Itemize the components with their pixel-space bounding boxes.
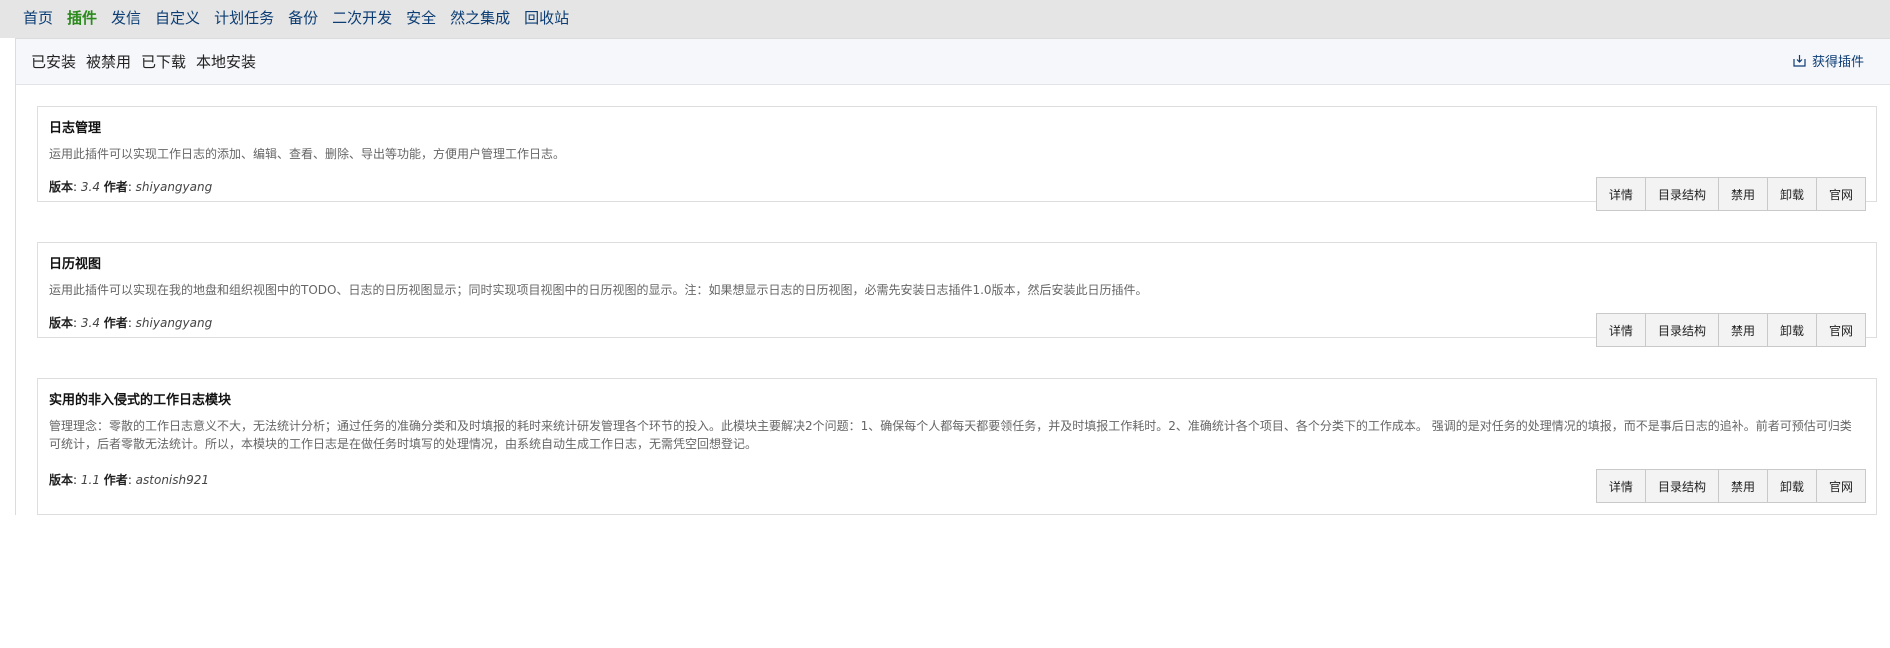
plugin-title: 日历视图: [49, 257, 102, 272]
plugin-actions: 详情 目录结构 禁用 卸载 官网: [1595, 313, 1866, 347]
version-label: 版本: [49, 473, 74, 487]
nav-mail[interactable]: 发信: [111, 8, 141, 28]
main-panel: 已安装 被禁用 已下载 本地安装 获得插件 日志管理 运用此插件可以实现工作日志…: [15, 38, 1890, 515]
nav-security[interactable]: 安全: [406, 8, 436, 28]
nav-trash[interactable]: 回收站: [524, 8, 569, 28]
uninstall-button[interactable]: 卸载: [1767, 178, 1817, 210]
plugin-title: 实用的非入侵式的工作日志模块: [49, 393, 232, 408]
disable-button[interactable]: 禁用: [1718, 470, 1768, 502]
author-label: 作者: [103, 316, 128, 330]
plugin-author: astonish921: [135, 473, 210, 487]
plugin-meta: 版本: 3.4 作者: shiyangyang: [49, 316, 213, 330]
plugin-version: 3.4: [80, 180, 100, 194]
version-label: 版本: [49, 316, 74, 330]
directory-button[interactable]: 目录结构: [1645, 314, 1719, 346]
download-icon: [1793, 55, 1806, 67]
plugin-card: 日历视图 运用此插件可以实现在我的地盘和组织视图中的TODO、日志的日历视图显示…: [37, 242, 1877, 347]
author-label: 作者: [103, 180, 128, 194]
plugin-description: 运用此插件可以实现工作日志的添加、编辑、查看、删除、导出等功能，方便用户管理工作…: [49, 147, 566, 161]
plugin-version: 3.4: [80, 316, 100, 330]
website-button[interactable]: 官网: [1816, 470, 1865, 502]
uninstall-button[interactable]: 卸载: [1767, 470, 1817, 502]
get-plugin-link[interactable]: 获得插件: [1793, 51, 1864, 70]
plugin-actions: 详情 目录结构 禁用 卸载 官网: [1595, 469, 1866, 503]
author-label: 作者: [103, 473, 128, 487]
disable-button[interactable]: 禁用: [1718, 178, 1768, 210]
uninstall-button[interactable]: 卸载: [1767, 314, 1817, 346]
tab-installed[interactable]: 已安装: [31, 52, 76, 72]
plugin-meta: 版本: 3.4 作者: shiyangyang: [49, 180, 213, 194]
plugin-title: 日志管理: [49, 121, 102, 136]
top-nav-bar: 首页 插件 发信 自定义 计划任务 备份 二次开发 安全 然之集成 回收站: [0, 0, 1890, 38]
plugin-author: shiyangyang: [135, 180, 213, 194]
plugin-description: 运用此插件可以实现在我的地盘和组织视图中的TODO、日志的日历视图显示；同时实现…: [49, 283, 1148, 297]
nav-ranzhi[interactable]: 然之集成: [450, 8, 510, 28]
tab-downloaded[interactable]: 已下载: [141, 52, 186, 72]
website-button[interactable]: 官网: [1816, 178, 1865, 210]
sub-nav-bar: 已安装 被禁用 已下载 本地安装 获得插件: [16, 39, 1890, 85]
plugin-meta: 版本: 1.1 作者: astonish921: [49, 473, 210, 487]
nav-home[interactable]: 首页: [23, 8, 53, 28]
nav-cron[interactable]: 计划任务: [214, 8, 274, 28]
nav-backup[interactable]: 备份: [288, 8, 318, 28]
details-button[interactable]: 详情: [1596, 178, 1646, 210]
tab-disabled[interactable]: 被禁用: [86, 52, 131, 72]
website-button[interactable]: 官网: [1816, 314, 1865, 346]
directory-button[interactable]: 目录结构: [1645, 178, 1719, 210]
nav-dev[interactable]: 二次开发: [332, 8, 392, 28]
plugin-version: 1.1: [80, 473, 100, 487]
nav-plugins[interactable]: 插件: [67, 8, 97, 28]
tab-local-install[interactable]: 本地安装: [196, 52, 256, 72]
plugin-description: 管理理念：零散的工作日志意义不大，无法统计分析；通过任务的准确分类和及时填报的耗…: [49, 419, 1852, 451]
plugin-card: 实用的非入侵式的工作日志模块 管理理念：零散的工作日志意义不大，无法统计分析；通…: [37, 378, 1877, 515]
disable-button[interactable]: 禁用: [1718, 314, 1768, 346]
sub-tabs: 已安装 被禁用 已下载 本地安装: [31, 52, 266, 72]
directory-button[interactable]: 目录结构: [1645, 470, 1719, 502]
details-button[interactable]: 详情: [1596, 470, 1646, 502]
plugin-card: 日志管理 运用此插件可以实现工作日志的添加、编辑、查看、删除、导出等功能，方便用…: [37, 106, 1877, 211]
plugin-author: shiyangyang: [135, 316, 213, 330]
plugin-actions: 详情 目录结构 禁用 卸载 官网: [1595, 177, 1866, 211]
nav-custom[interactable]: 自定义: [155, 8, 200, 28]
version-label: 版本: [49, 180, 74, 194]
details-button[interactable]: 详情: [1596, 314, 1646, 346]
top-nav: 首页 插件 发信 自定义 计划任务 备份 二次开发 安全 然之集成 回收站: [23, 8, 583, 28]
get-plugin-label: 获得插件: [1811, 55, 1864, 70]
